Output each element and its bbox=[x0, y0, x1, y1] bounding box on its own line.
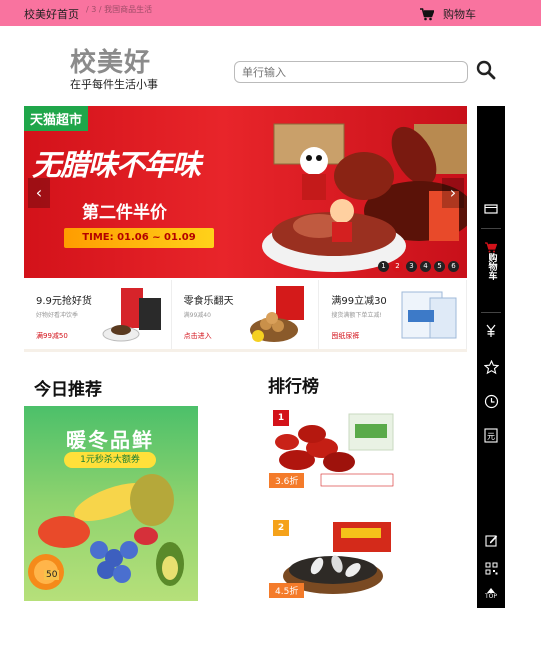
today-price-badge: 50 bbox=[44, 570, 60, 580]
rank-badge: 2 bbox=[273, 520, 289, 536]
svg-text:元: 元 bbox=[487, 432, 495, 441]
site-slogan: 在乎每件生活小事 bbox=[70, 78, 158, 91]
promo-card[interactable]: 零食乐翻天 满99减40 点击进入 bbox=[172, 280, 320, 349]
wallet-icon bbox=[484, 204, 498, 214]
carousel-prev-button[interactable]: ‹ bbox=[28, 178, 50, 208]
carousel-pagination: 1 2 3 4 5 6 bbox=[378, 261, 459, 272]
sidebar-cart-label: 购物车 bbox=[486, 253, 497, 280]
promo-card[interactable]: 满99立减30 搜货满额下单立减! 囤纸尿裤 bbox=[319, 280, 468, 349]
promo-card[interactable]: 9.9元抢好货 好物好看冲饮季 满99减50 bbox=[24, 280, 172, 349]
carousel-dot[interactable]: 3 bbox=[406, 261, 417, 272]
home-link[interactable]: 校美好首页 bbox=[24, 6, 79, 22]
star-icon bbox=[483, 360, 499, 375]
sidebar-qrcode[interactable] bbox=[477, 562, 505, 575]
banner-headline: 无腊味不年味 bbox=[32, 148, 201, 182]
sidebar-back-to-top[interactable]: TOP bbox=[477, 588, 505, 600]
diapers-product-image bbox=[401, 291, 457, 339]
carousel-dot[interactable]: 5 bbox=[434, 261, 445, 272]
cart-label: 购物车 bbox=[443, 8, 476, 21]
search-input[interactable] bbox=[234, 61, 468, 83]
back-to-top-label: TOP bbox=[484, 593, 497, 600]
carousel-dot[interactable]: 4 bbox=[420, 261, 431, 272]
cured-meat-image bbox=[262, 123, 467, 272]
rank-price: 4.5折 bbox=[269, 583, 305, 598]
sidebar-feedback[interactable] bbox=[477, 534, 505, 547]
rank-badge: 1 bbox=[273, 410, 289, 426]
tmall-badge: 天猫超市 bbox=[24, 106, 89, 131]
coupon-icon: 元 bbox=[484, 428, 498, 443]
cart-icon bbox=[420, 7, 434, 20]
site-logo[interactable]: 校美好 bbox=[70, 42, 151, 79]
qrcode-icon bbox=[485, 562, 497, 575]
yen-icon bbox=[486, 324, 496, 337]
carousel-next-button[interactable]: › bbox=[442, 178, 464, 208]
today-headline: 暖冬品鲜 bbox=[66, 428, 154, 452]
sidebar-cart[interactable]: 购物车 bbox=[477, 242, 505, 280]
cart-icon bbox=[485, 242, 497, 253]
promo-row: 9.9元抢好货 好物好看冲饮季 满99减50 零食乐翻天 满99减40 点击进入… bbox=[24, 280, 468, 352]
breadcrumb: / 3 / 我国商品生活 bbox=[86, 5, 153, 14]
carousel-dot-active[interactable]: 2 bbox=[392, 261, 403, 272]
search-icon[interactable] bbox=[476, 60, 496, 80]
sidebar-coupon[interactable]: 元 bbox=[477, 428, 505, 443]
nuts-product-image bbox=[250, 286, 305, 342]
today-section-title: 今日推荐 bbox=[34, 380, 102, 400]
history-icon bbox=[484, 394, 498, 409]
coffee-product-image bbox=[102, 288, 161, 342]
rank-item[interactable]: 1 3.6折 bbox=[267, 410, 397, 490]
banner-subline: 第二件半价 bbox=[82, 203, 167, 223]
fruits-image bbox=[28, 474, 184, 590]
rank-item[interactable]: 2 4.5折 bbox=[267, 520, 397, 600]
sidebar-history[interactable] bbox=[477, 394, 505, 409]
edit-icon bbox=[484, 535, 497, 547]
carousel-dot[interactable]: 1 bbox=[378, 261, 389, 272]
banner-carousel[interactable]: 天猫超市 无腊味不年味 第二件半价 TIME: 01.06 ~ 01.09 ‹ … bbox=[24, 106, 467, 278]
sidebar-wallet[interactable] bbox=[477, 204, 505, 214]
rank-price: 3.6折 bbox=[269, 473, 305, 488]
today-tag: 1元秒杀大额券 bbox=[64, 452, 156, 468]
rank-section-title: 排行榜 bbox=[268, 377, 319, 397]
today-recommend-banner[interactable]: 暖冬品鲜 1元秒杀大额券 50 bbox=[24, 406, 198, 601]
cart-link[interactable]: 购物车 bbox=[420, 6, 476, 22]
sidebar-assets[interactable] bbox=[477, 324, 505, 338]
banner-dates: TIME: 01.06 ~ 01.09 bbox=[64, 228, 214, 248]
top-bar: 校美好首页 / 3 / 我国商品生活 购物车 bbox=[0, 0, 541, 26]
right-sidebar: 购物车 元 TOP bbox=[477, 106, 505, 608]
carousel-dot[interactable]: 6 bbox=[448, 261, 459, 272]
sidebar-favorites[interactable] bbox=[477, 360, 505, 375]
